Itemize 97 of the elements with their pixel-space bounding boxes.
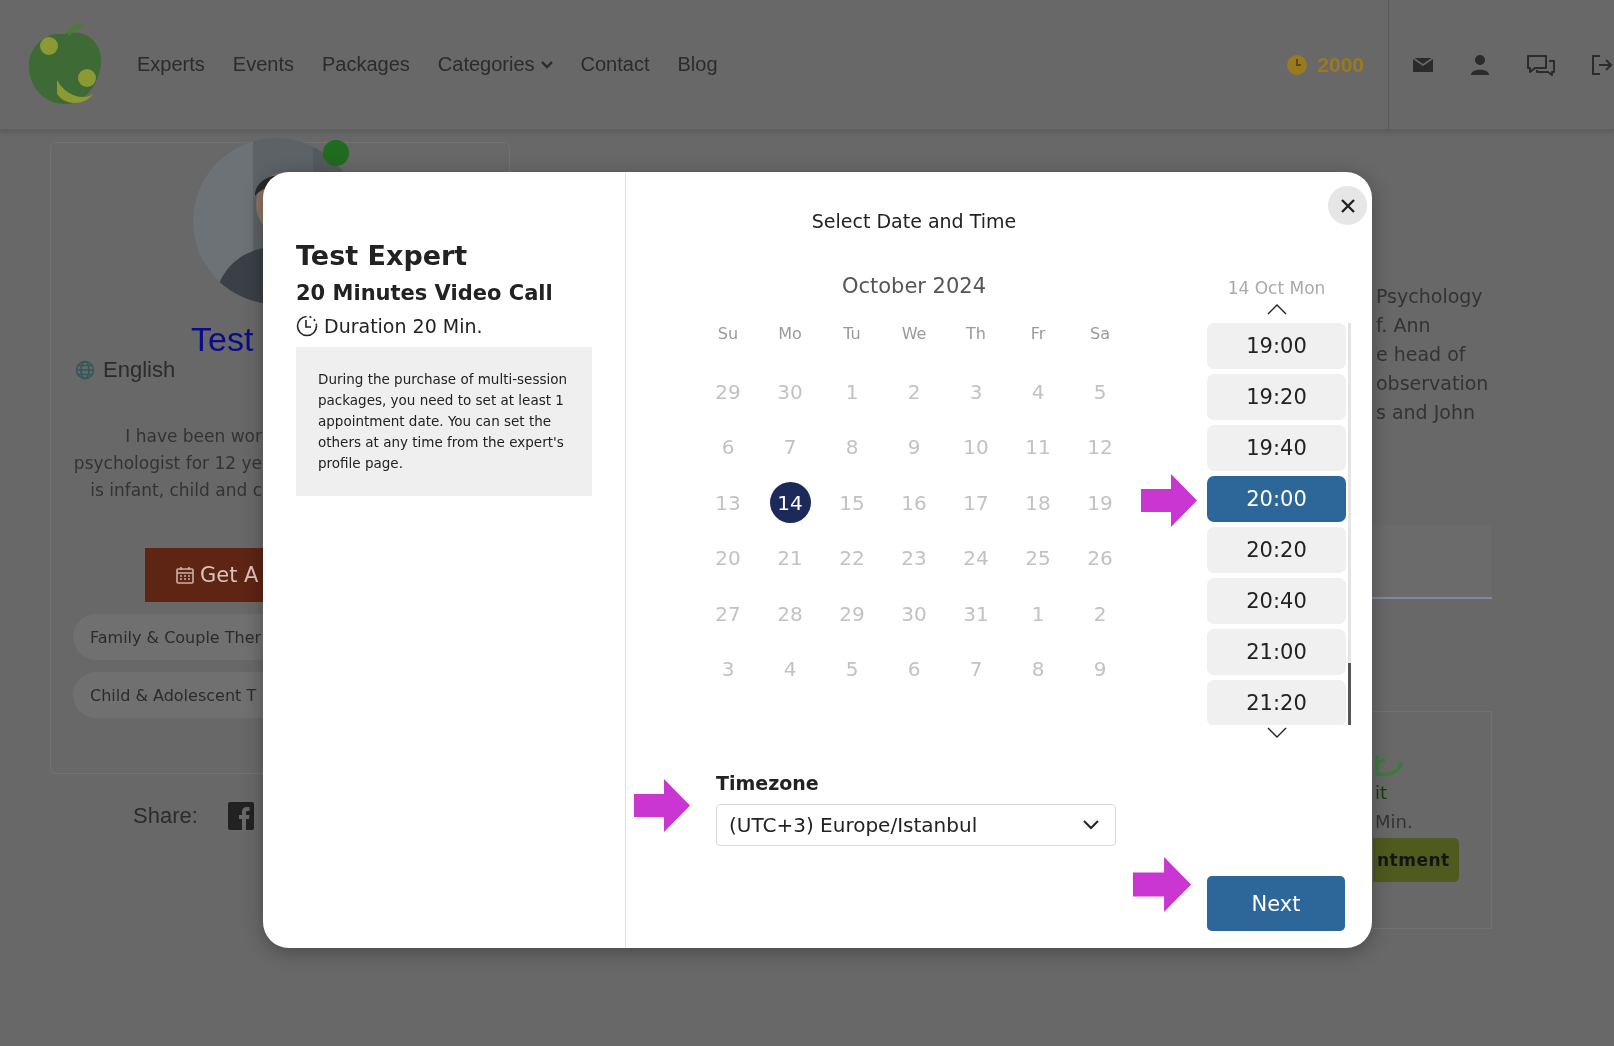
calendar-day[interactable]: 11 xyxy=(1017,426,1059,468)
selected-day-label: 14 Oct Mon xyxy=(1226,278,1327,298)
calendar-day[interactable]: 21 xyxy=(769,537,811,579)
get-appointment-button[interactable]: Get A xyxy=(145,548,263,602)
expert-name: Test xyxy=(191,320,254,359)
share-label: Share: xyxy=(133,803,198,829)
calendar-day[interactable]: 23 xyxy=(893,537,935,579)
close-icon xyxy=(1339,197,1356,214)
chevron-down-icon xyxy=(1083,820,1099,830)
calendar-day[interactable]: 30 xyxy=(769,371,811,413)
caret-down-icon[interactable] xyxy=(1267,727,1287,738)
calendar-day[interactable]: 6 xyxy=(893,648,935,690)
calendar-day[interactable]: 8 xyxy=(831,426,873,468)
pointer-arrow-icon xyxy=(1141,474,1197,527)
weekday-label: Mo xyxy=(777,322,803,345)
package-title: 20 Minutes Video Call xyxy=(296,281,554,305)
coin-balance: 2000 xyxy=(1317,52,1364,77)
time-slot[interactable]: 19:40 xyxy=(1207,425,1346,471)
calendar-day[interactable]: 24 xyxy=(955,537,997,579)
calendar-day[interactable]: 17 xyxy=(955,482,997,524)
calendar-day[interactable]: 19 xyxy=(1079,482,1121,524)
calendar-day[interactable]: 8 xyxy=(1017,648,1059,690)
nav-link[interactable]: Experts xyxy=(137,53,205,76)
calendar-day[interactable]: 7 xyxy=(769,426,811,468)
calendar-day[interactable]: 22 xyxy=(831,537,873,579)
weekday-label: Sa xyxy=(1089,322,1111,345)
weekday-label: Th xyxy=(965,322,987,345)
info-note: During the purchase of multi-session packages, you need to set at least 1 appointment date. You can set the others at any time from the expert's profile page. xyxy=(296,347,592,496)
appointment-button[interactable]: ntment xyxy=(1373,838,1459,882)
calendar-day[interactable]: 2 xyxy=(1079,593,1121,635)
calendar-day[interactable]: 29 xyxy=(707,371,749,413)
user-icon[interactable] xyxy=(1468,52,1492,77)
logo-icon[interactable] xyxy=(27,23,103,106)
calendar-day[interactable]: 20 xyxy=(707,537,749,579)
calendar-day[interactable]: 9 xyxy=(893,426,935,468)
calendar-day[interactable]: 26 xyxy=(1079,537,1121,579)
time-slot[interactable]: 19:00 xyxy=(1207,323,1346,369)
weekday-label: Tu xyxy=(842,322,862,345)
time-slot[interactable]: 21:00 xyxy=(1207,629,1346,675)
calendar-day[interactable]: 1 xyxy=(1017,593,1059,635)
calendar-day[interactable]: 2 xyxy=(893,371,935,413)
nav-link[interactable]: Blog xyxy=(677,53,718,76)
weekday-label: We xyxy=(900,322,928,345)
month-label: October 2024 xyxy=(840,274,988,298)
time-slot[interactable]: 20:00 xyxy=(1207,476,1346,522)
next-button[interactable]: Next xyxy=(1207,876,1345,931)
calendar-day[interactable]: 27 xyxy=(707,593,749,635)
calendar-day[interactable]: 5 xyxy=(1079,371,1121,413)
time-slot[interactable]: 19:20 xyxy=(1207,374,1346,420)
nav-link[interactable]: Contact xyxy=(580,53,650,76)
calendar-day[interactable]: 30 xyxy=(893,593,935,635)
calendar-day[interactable]: 16 xyxy=(893,482,935,524)
calendar-day[interactable]: 12 xyxy=(1079,426,1121,468)
calendar-day[interactable]: 3 xyxy=(707,648,749,690)
time-slot[interactable]: 20:40 xyxy=(1207,578,1346,624)
timezone-select[interactable]: (UTC+3) Europe/Istanbul xyxy=(716,804,1116,846)
facebook-icon[interactable] xyxy=(227,802,254,830)
calendar-day[interactable]: 4 xyxy=(1017,371,1059,413)
calendar-day[interactable]: 18 xyxy=(1017,482,1059,524)
calendar-day[interactable]: 3 xyxy=(955,371,997,413)
chevron-down-icon xyxy=(540,60,553,69)
nav-link[interactable]: Categories xyxy=(437,53,553,76)
timezone-label: Timezone xyxy=(716,772,820,794)
time-slot[interactable]: 20:20 xyxy=(1207,527,1346,573)
calendar-day[interactable]: 25 xyxy=(1017,537,1059,579)
language-label: English xyxy=(103,357,176,383)
calendar-day[interactable]: 6 xyxy=(707,426,749,468)
calendar-day[interactable]: 14 xyxy=(769,482,811,524)
duration-label: Duration 20 Min. xyxy=(324,315,483,337)
calendar-day[interactable]: 28 xyxy=(769,593,811,635)
calendar-day[interactable]: 13 xyxy=(707,482,749,524)
weekday-label: Su xyxy=(716,322,740,345)
chat-icon[interactable] xyxy=(1525,52,1557,77)
calendar-day[interactable]: 29 xyxy=(831,593,873,635)
time-slot[interactable]: 21:20 xyxy=(1207,680,1346,725)
calendar-day[interactable]: 15 xyxy=(831,482,873,524)
logout-icon[interactable] xyxy=(1590,52,1614,77)
calendar-day[interactable]: 9 xyxy=(1079,648,1121,690)
calendar-day[interactable]: 1 xyxy=(831,371,873,413)
caret-up-icon[interactable] xyxy=(1267,304,1287,315)
calendar-icon xyxy=(175,565,195,585)
calendar-day[interactable]: 5 xyxy=(831,648,873,690)
expert-title: Test Expert xyxy=(296,240,469,271)
calendar-day[interactable]: 10 xyxy=(955,426,997,468)
weekday-label: Fr xyxy=(1029,322,1047,345)
calendar-day[interactable]: 7 xyxy=(955,648,997,690)
pointer-arrow-icon xyxy=(634,779,690,832)
package-price: it xyxy=(1375,782,1388,803)
calendar-day[interactable]: 4 xyxy=(769,648,811,690)
nav-link[interactable]: Packages xyxy=(321,53,410,76)
dialog-title: Select Date and Time xyxy=(810,210,1018,232)
clock-icon xyxy=(296,315,318,337)
calendar-day[interactable]: 31 xyxy=(955,593,997,635)
nav-link[interactable]: Events xyxy=(232,53,294,76)
clock-coin-icon xyxy=(1287,54,1308,75)
close-button[interactable] xyxy=(1328,186,1367,225)
globe-icon xyxy=(75,360,95,380)
